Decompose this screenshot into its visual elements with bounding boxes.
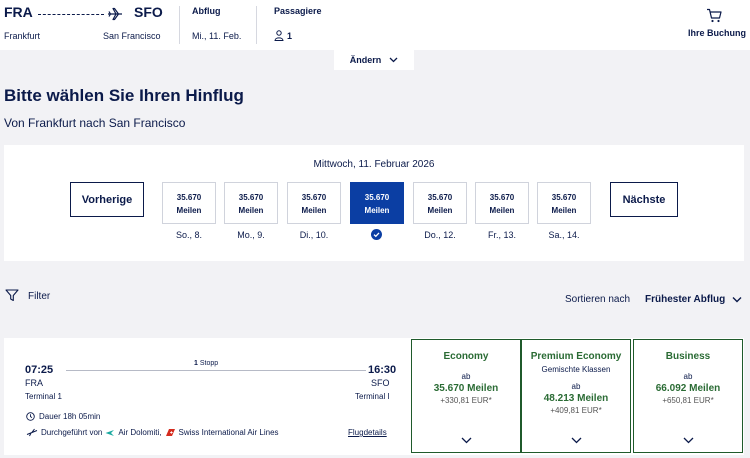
flight-result-card: 07:25 FRA Terminal 1 1 Stopp 16:30 SFO T… [4,338,744,455]
check-icon [371,229,382,240]
divider [179,6,180,44]
route-line [66,370,366,371]
destination-code: SFO [134,4,163,20]
next-dates-button[interactable]: Nächste [610,182,678,217]
chevron-down-icon [571,437,582,444]
sort-label: Sortieren nach [565,294,631,305]
date-price: 35.670 [364,193,390,202]
arrival-airport: SFO [371,378,390,388]
chevron-down-icon [461,437,472,444]
departure-date: Mi., 11. Feb. [192,31,242,41]
date-label: Do., 12. [424,230,456,240]
arrival-time: 16:30 [368,364,397,376]
cart-icon[interactable] [706,8,722,23]
date-price: 35.670 [301,193,327,202]
page-subtitle: Von Frankfurt nach San Francisco [4,116,186,130]
fare-option-business[interactable]: Business ab 66.092 Meilen +650,81 EUR* [633,339,743,453]
date-price: 35.670 [176,193,202,202]
clock-icon [26,412,35,421]
date-option[interactable]: 35.670 Meilen [287,182,341,224]
filter-button[interactable]: Filter [28,291,50,302]
date-selector: Mittwoch, 11. Februar 2026 Vorherige 35.… [4,145,744,261]
carrier-name: Swiss International Air Lines [178,428,279,437]
chevron-down-icon [389,57,398,63]
passengers-label: Passagiere [274,6,322,16]
date-option[interactable]: 35.670 Meilen [475,182,529,224]
fare-option-economy[interactable]: Economy ab 35.670 Meilen +330,81 EUR* [411,339,521,453]
origin-code: FRA [4,4,33,20]
stops-info: 1 Stopp [194,360,218,367]
sort-select[interactable]: Frühester Abflug [645,294,725,305]
date-option[interactable]: 35.670 Meilen [413,182,467,224]
departure-airport: FRA [25,378,43,388]
date-label: Fr., 13. [487,230,516,240]
date-label: Sa., 14. [548,230,580,240]
change-label: Ändern [349,55,382,65]
fare-surcharge: +409,81 EUR* [550,406,602,415]
date-price: 35.670 [238,193,264,202]
flight-details-link[interactable]: Flugdetails [348,428,387,437]
air-dolomiti-logo-icon [105,429,115,436]
fare-name: Economy [443,351,489,362]
duration-info: Dauer 18h 05min [26,412,100,421]
change-search-button[interactable]: Ändern [334,50,414,70]
fare-from: ab [461,372,471,381]
date-price: 35.670 [427,193,453,202]
fare-surcharge: +650,81 EUR* [662,396,714,405]
departure-terminal: Terminal 1 [25,392,62,401]
fare-miles: 48.213 Meilen [543,393,609,404]
date-unit: Meilen [551,206,577,215]
duration-text: Dauer 18h 05min [39,412,101,421]
date-unit: Meilen [489,206,515,215]
fare-from: ab [683,372,693,381]
stops-word: Stopp [199,360,219,367]
previous-dates-button[interactable]: Vorherige [70,182,144,217]
stops-count: 1 [194,360,198,367]
date-unit: Meilen [301,206,327,215]
fare-miles: 35.670 Meilen [433,383,499,394]
fare-surcharge: +330,81 EUR* [440,396,492,405]
chevron-down-icon [683,437,694,444]
airplane-icon [108,7,122,21]
fare-from: ab [571,382,581,391]
date-unit: Meilen [364,206,390,215]
fare-subtitle: Gemischte Klassen [541,365,611,374]
date-price: 35.670 [489,193,515,202]
selected-date-heading: Mittwoch, 11. Februar 2026 [313,159,435,170]
destination-city: San Francisco [103,31,161,41]
date-option[interactable]: 35.670 Meilen [162,182,216,224]
date-unit: Meilen [176,206,202,215]
booking-header: FRA SFO Frankfurt San Francisco Abflug M… [0,0,750,50]
origin-city: Frankfurt [4,31,41,41]
operator-info: Durchgeführt von Air Dolomiti, Swiss Int… [26,428,279,437]
fare-miles: 66.092 Meilen [655,383,721,394]
fare-name: Premium Economy [530,351,622,362]
booking-link[interactable]: Ihre Buchung [688,28,746,38]
operated-by-label: Durchgeführt von [41,428,103,437]
page-title: Bitte wählen Sie Ihren Hinflug [4,86,244,105]
date-label: Mo., 9. [237,230,265,240]
arrival-terminal: Terminal I [355,392,390,401]
airplane-icon [26,428,38,437]
swiss-logo-icon [165,429,175,436]
departure-time: 07:25 [25,364,54,376]
departure-label: Abflug [192,6,221,16]
date-option-selected[interactable]: 35.670 Meilen [350,182,404,224]
filter-icon[interactable] [5,289,19,302]
fare-option-premium-economy[interactable]: Premium Economy Gemischte Klassen ab 48.… [521,339,631,453]
date-option[interactable]: 35.670 Meilen [537,182,591,224]
date-label: Di., 10. [299,230,329,240]
person-icon [274,30,284,41]
route-line [38,14,104,15]
passengers-count: 1 [287,31,293,41]
date-price: 35.670 [551,193,577,202]
carrier-name: Air Dolomiti, [118,428,162,437]
date-label: So., 8. [175,230,202,240]
date-unit: Meilen [238,206,264,215]
date-unit: Meilen [427,206,453,215]
divider [256,6,257,44]
date-option[interactable]: 35.670 Meilen [224,182,278,224]
fare-name: Business [665,351,711,362]
chevron-down-icon[interactable] [732,296,742,303]
